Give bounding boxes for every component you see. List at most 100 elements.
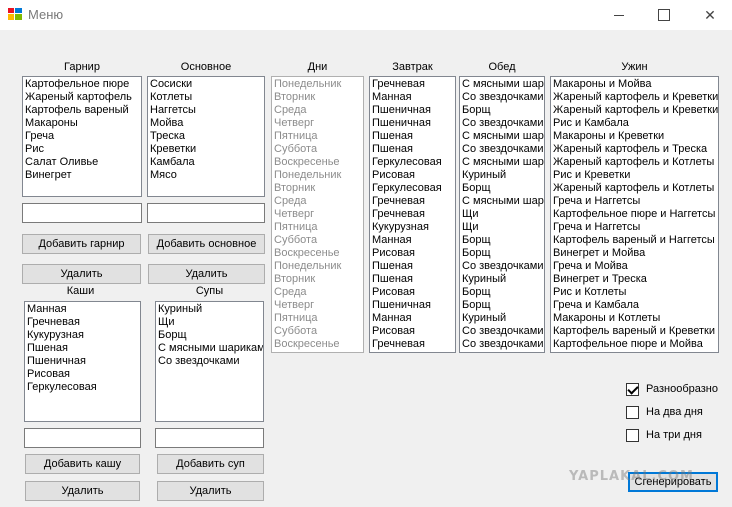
list-item[interactable]: Греча [25,130,139,143]
list-item[interactable]: Рис и Котлеты [553,286,716,299]
list-item[interactable]: Рисовая [372,325,453,338]
list-item[interactable]: Картофель вареный и Наггетсы [553,234,716,247]
soup-list[interactable]: Куриный Щи Борщ С мясными шарикам Со звездоч… [155,301,264,422]
list-item[interactable]: Рисовая [372,286,453,299]
list-item[interactable]: Картофель вареный и Креветки [553,325,716,338]
add-porridge-button[interactable]: Добавить кашу [25,454,140,474]
list-item[interactable]: Гречневая [372,195,453,208]
list-item[interactable]: Манная [372,312,453,325]
list-item[interactable]: Винегрет и Мойва [553,247,716,260]
add-garnish-button[interactable]: Добавить гарнир [22,234,141,254]
list-item[interactable]: Геркулесовая [372,156,453,169]
three-days-checkbox-box[interactable] [626,429,639,442]
list-item[interactable]: Греча и Наггетсы [553,221,716,234]
list-item[interactable]: Со звездочками [462,117,543,130]
list-item[interactable]: Рисовая [372,247,453,260]
list-item[interactable]: Гречневая [372,208,453,221]
list-item[interactable]: Жареный картофель [25,91,139,104]
delete-main-button[interactable]: Удалить [148,264,265,284]
list-item[interactable]: Макароны и Котлеты [553,312,716,325]
list-item[interactable]: Борщ [462,104,542,117]
list-item[interactable]: Жареный картофель и Креветки [553,91,718,104]
list-item[interactable]: Мойва [150,117,262,130]
add-soup-button[interactable]: Добавить суп [157,454,264,474]
list-item[interactable]: Со звездочками [462,260,543,273]
list-item[interactable]: Щи [462,221,542,234]
list-item[interactable]: Борщ [462,247,542,260]
list-item[interactable]: Рисовая [372,169,453,182]
list-item[interactable]: Гречневая [27,316,138,329]
list-item[interactable]: Треска [150,130,262,143]
variety-checkbox[interactable]: Разнообразно [626,382,726,398]
delete-soup-button[interactable]: Удалить [157,481,264,501]
porridge-list[interactable]: Манная Гречневая Кукурузная Пшеная Пшеничная… [24,301,141,422]
list-item[interactable]: Щи [158,316,261,329]
soup-input[interactable] [155,428,264,448]
list-item[interactable]: Жареный картофель и Треска [553,143,716,156]
list-item[interactable]: Винегрет и Треска [553,273,716,286]
list-item[interactable]: Геркулесовая [372,182,453,195]
list-item[interactable]: Куриный [462,312,542,325]
main-input[interactable] [147,203,265,223]
list-item[interactable]: Картофельное пюре [25,78,139,91]
list-item[interactable]: Гречневая [372,78,453,91]
list-item[interactable]: Пшеная [27,342,138,355]
list-item[interactable]: Креветки [150,143,262,156]
list-item[interactable]: Мясо [150,169,262,182]
list-item[interactable]: Куриный [462,273,542,286]
list-item[interactable]: Пшеная [372,260,453,273]
list-item[interactable]: Пшеничная [372,299,453,312]
list-item[interactable]: С мясными шар [462,156,544,169]
list-item[interactable]: Манная [372,91,453,104]
list-item[interactable]: Пшеничная [27,355,138,368]
list-item[interactable]: Щи [462,208,542,221]
list-item[interactable]: Картофельное пюре и Наггетсы [553,208,716,221]
list-item[interactable]: Жареный картофель и Котлеты [553,156,716,169]
add-main-button[interactable]: Добавить основное [148,234,265,254]
list-item[interactable]: Пшеничная [372,104,453,117]
list-item[interactable]: Борщ [462,234,542,247]
list-item[interactable]: Картофельное пюре и Мойва [553,338,716,351]
breakfast-list[interactable]: Гречневая Манная Пшеничная Пшеничная Пшеная П… [369,76,456,353]
list-item[interactable]: Манная [27,303,138,316]
list-item[interactable]: С мясными шар [462,195,544,208]
list-item[interactable]: Макароны [25,117,139,130]
list-item[interactable]: Геркулесовая [27,381,138,394]
list-item[interactable]: Камбала [150,156,262,169]
list-item[interactable]: Гречневая [372,338,453,351]
list-item[interactable]: Пшеная [372,273,453,286]
list-item[interactable]: Винегрет [25,169,139,182]
close-button[interactable]: ✕ [687,0,732,30]
lunch-list[interactable]: С мясными шар Со звездочками Борщ Со звездо… [459,76,545,353]
list-item[interactable]: Борщ [158,329,261,342]
list-item[interactable]: Куриный [158,303,261,316]
list-item[interactable]: Картофель вареный [25,104,139,117]
list-item[interactable]: Со звездочками [462,91,543,104]
list-item[interactable]: Со звездочками [462,325,543,338]
list-item[interactable]: Салат Оливье [25,156,139,169]
list-item[interactable]: Кукурузная [27,329,138,342]
maximize-button[interactable] [641,0,687,30]
two-days-checkbox[interactable]: На два дня [626,405,726,421]
list-item[interactable]: Со звездочками [462,338,543,351]
list-item[interactable]: Жареный картофель и Котлеты [553,182,716,195]
porridge-input[interactable] [24,428,141,448]
list-item[interactable]: Со звездочками [462,143,543,156]
variety-checkbox-box[interactable] [626,383,639,396]
garnish-input[interactable] [22,203,142,223]
list-item[interactable]: Греча и Наггетсы [553,195,716,208]
list-item[interactable]: Со звездочками [158,355,261,368]
list-item[interactable]: С мясными шар [462,130,544,143]
list-item[interactable]: Макароны и Креветки [553,130,716,143]
list-item[interactable]: Сосиски [150,78,262,91]
list-item[interactable]: Греча и Камбала [553,299,716,312]
list-item[interactable]: Борщ [462,286,542,299]
delete-porridge-button[interactable]: Удалить [25,481,140,501]
list-item[interactable]: Рис и Камбала [553,117,716,130]
list-item[interactable]: Жареный картофель и Креветки [553,104,718,117]
list-item[interactable]: Куриный [462,169,542,182]
list-item[interactable]: Греча и Мойва [553,260,716,273]
list-item[interactable]: Котлеты [150,91,262,104]
garnish-list[interactable]: Картофельное пюре Жареный картофель Картоф… [22,76,142,197]
list-item[interactable]: Кукурузная [372,221,453,234]
